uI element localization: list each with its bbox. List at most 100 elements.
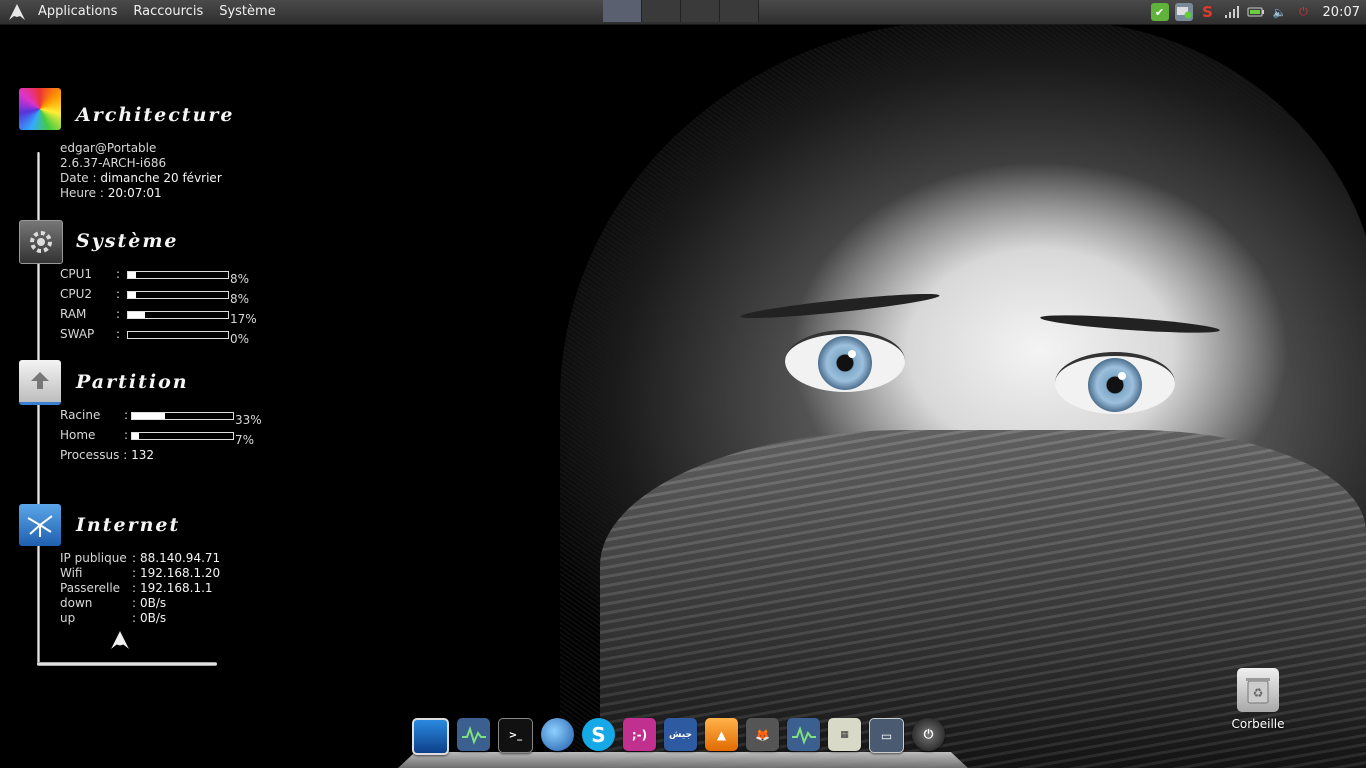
meter-bar	[127, 291, 229, 299]
top-panel: Applications Raccourcis Système ✔ S 🔈 ⏻ …	[0, 0, 1366, 25]
browser-icon[interactable]	[541, 718, 574, 751]
panel-clock[interactable]: 20:07	[1323, 5, 1360, 20]
checkmark-icon[interactable]: ✔	[1150, 3, 1169, 21]
workspace-1[interactable]	[603, 0, 642, 22]
meter-percent: 8%	[230, 272, 250, 286]
arch-logo-icon[interactable]	[8, 3, 26, 21]
internet-value: 0B/s	[140, 611, 167, 625]
signal-icon[interactable]	[1223, 3, 1241, 21]
emoticon-chat-icon[interactable]: ;-)	[623, 718, 656, 751]
meter-bar-fill	[132, 413, 166, 419]
battery-icon[interactable]	[1247, 3, 1265, 21]
meter-separator: :	[116, 267, 121, 281]
internet-row: Wifi:192.168.1.20	[60, 566, 220, 580]
desktop-icon[interactable]	[412, 718, 449, 755]
workspace-4[interactable]	[720, 0, 759, 22]
internet-row: IP publique:88.140.94.71	[60, 551, 220, 565]
color-wheel-icon	[19, 88, 61, 130]
meter-bar	[127, 271, 229, 279]
meter-bar	[127, 311, 229, 319]
system-tray: ✔ S 🔈 ⏻ 20:07	[1150, 0, 1366, 24]
meter-bar	[127, 331, 229, 339]
time-row: Heure : 20:07:01	[60, 186, 162, 200]
section-title-architecture: Architecture	[76, 104, 235, 126]
internet-row: up:0B/s	[60, 611, 166, 625]
internet-label: IP publique	[60, 551, 127, 565]
gimp-icon[interactable]: 🦊	[746, 718, 779, 751]
internet-value: 0B/s	[140, 596, 167, 610]
internet-separator: :	[132, 551, 137, 565]
meter-percent: 8%	[230, 292, 250, 306]
dock: >_ S ;-) جيش ▲ 🦊 ▦ ▭ ⏻	[398, 716, 968, 768]
workspace-3[interactable]	[681, 0, 720, 22]
kernel-version: 2.6.37-ARCH-i686	[60, 156, 167, 170]
menu-raccourcis[interactable]: Raccourcis	[125, 0, 211, 24]
processes-row: Processus : 132	[60, 448, 154, 462]
meter-bar	[131, 432, 234, 440]
meter-label: CPU2	[60, 287, 93, 301]
meter-percent: 17%	[230, 312, 257, 326]
date-value: dimanche 20 février	[100, 171, 222, 185]
network-icon[interactable]	[1174, 3, 1193, 21]
trash-desktop-item[interactable]: ♻ Corbeille	[1226, 668, 1290, 731]
processes-value: 132	[131, 448, 154, 462]
internet-value: 192.168.1.1	[140, 581, 213, 595]
time-label: Heure :	[60, 186, 104, 200]
internet-value: 192.168.1.20	[140, 566, 221, 580]
section-title-partition: Partition	[76, 371, 189, 393]
menu-systeme[interactable]: Système	[211, 0, 283, 24]
vlc-icon[interactable]: ▲	[705, 718, 738, 751]
conky-rail-bottom	[37, 662, 217, 666]
date-row: Date : dimanche 20 février	[60, 171, 222, 185]
meter-separator: :	[124, 408, 129, 422]
conky-monitor: Architecture edgar@Portable 2.6.37-ARCH-…	[0, 24, 300, 684]
workspace-switcher	[603, 0, 759, 23]
internet-separator: :	[132, 611, 137, 625]
meter-label: Racine	[60, 408, 101, 422]
skype-icon[interactable]: S	[582, 718, 615, 751]
meter-separator: :	[116, 307, 121, 321]
internet-label: down	[60, 596, 93, 610]
dock-icons: >_ S ;-) جيش ▲ 🦊 ▦ ▭ ⏻	[412, 718, 945, 755]
time-value: 20:07:01	[107, 186, 162, 200]
power-button-icon[interactable]: ⏻	[912, 718, 945, 751]
meter-bar-fill	[132, 433, 140, 439]
meter-bar-fill	[128, 292, 136, 298]
meter-separator: :	[124, 428, 129, 442]
meter-separator: :	[116, 327, 121, 341]
date-label: Date :	[60, 171, 97, 185]
meter-bar	[131, 412, 234, 420]
internet-label: Wifi	[60, 566, 83, 580]
internet-separator: :	[132, 581, 137, 595]
window-switcher-icon[interactable]: ▭	[869, 718, 904, 753]
meter-separator: :	[116, 287, 121, 301]
trash-label: Corbeille	[1231, 717, 1285, 731]
section-title-internet: Internet	[76, 514, 181, 536]
calculator-icon[interactable]: ▦	[828, 718, 861, 751]
meter-bar-fill	[128, 272, 136, 278]
trash-icon[interactable]: ♻	[1237, 668, 1279, 712]
meter-label: RAM	[60, 307, 87, 321]
monitor-app-icon[interactable]	[457, 718, 490, 751]
update-icon[interactable]: S	[1199, 3, 1217, 21]
arabic-app-icon[interactable]: جيش	[664, 718, 697, 751]
workspace-2[interactable]	[642, 0, 681, 22]
internet-value: 88.140.94.71	[140, 551, 221, 565]
gear-icon	[19, 220, 63, 264]
internet-separator: :	[132, 596, 137, 610]
power-icon[interactable]: ⏻	[1295, 3, 1313, 21]
internet-label: Passerelle	[60, 581, 121, 595]
wallpaper-left-eye	[785, 330, 905, 392]
terminal-icon[interactable]: >_	[498, 718, 533, 753]
meter-bar-fill	[128, 312, 145, 318]
wallpaper-right-eye	[1055, 352, 1175, 414]
menu-applications[interactable]: Applications	[30, 0, 125, 24]
user-host: edgar@Portable	[60, 141, 157, 155]
internet-row: down:0B/s	[60, 596, 166, 610]
meter-label: SWAP	[60, 327, 95, 341]
meter-percent: 0%	[230, 332, 250, 346]
monitor-app-icon-2[interactable]	[787, 718, 820, 751]
volume-icon[interactable]: 🔈	[1271, 3, 1289, 21]
meter-label: CPU1	[60, 267, 93, 281]
meter-label: Home	[60, 428, 96, 442]
